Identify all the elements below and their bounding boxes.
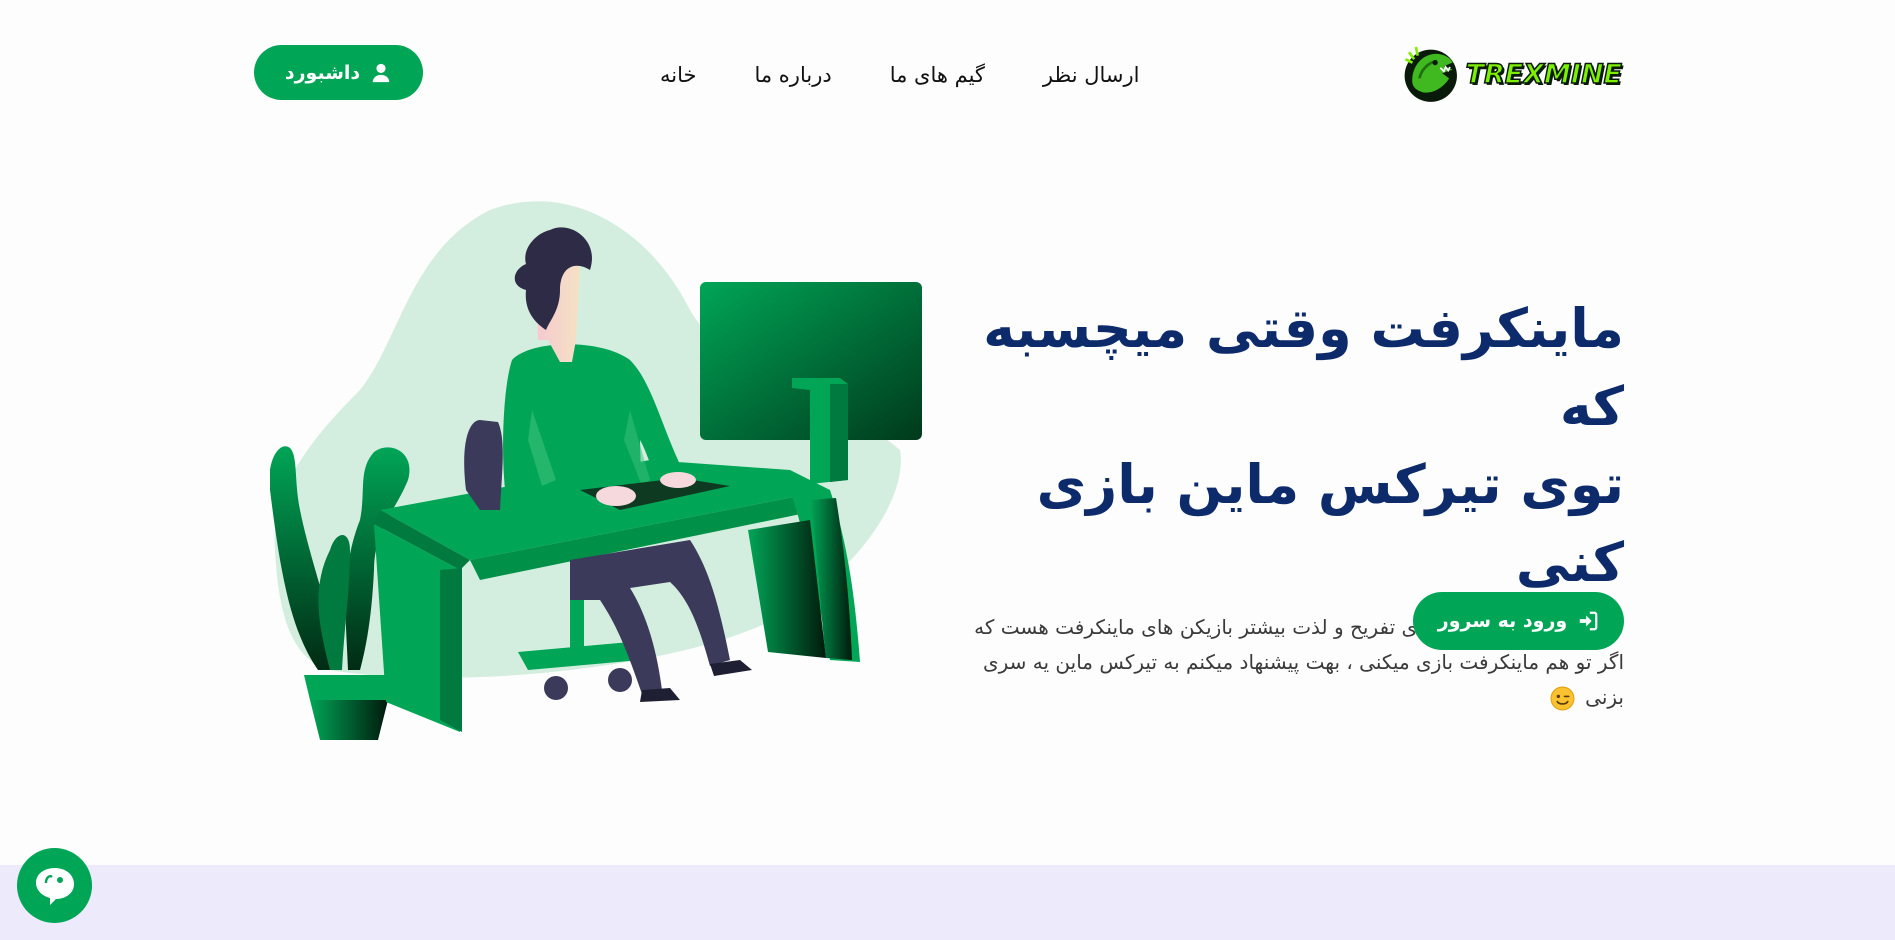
wink-emoji-icon [1550,686,1575,711]
hero-title-line1: ماینکرفت وقتی میچسبه که [983,297,1624,438]
enter-server-button[interactable]: ورود به سرور [1413,592,1624,650]
trex-logo-icon [1404,46,1457,102]
nav-item-about[interactable]: درباره ما [754,63,831,87]
sign-in-icon [1579,611,1598,631]
chat-button[interactable] [17,848,92,923]
nav-item-feedback[interactable]: ارسال نظر [1043,63,1140,87]
header: داشبورد خانه درباره ما گیم های ما ارسال … [0,0,1895,140]
dashboard-button-label: داشبورد [284,61,361,84]
site-logo[interactable]: TREXMINE [1402,38,1623,110]
hero-illustration [270,201,922,740]
enter-server-label: ورود به سرور [1437,610,1568,632]
main-nav: خانه درباره ما گیم های ما ارسال نظر [660,55,1140,95]
nav-item-games[interactable]: گیم های ما [890,63,985,87]
hero-text: ماینکرفت وقتی میچسبه که توی تیرکس ماین ب… [960,290,1624,715]
dashboard-button[interactable]: داشبورد [254,45,423,100]
next-section-band [0,865,1895,940]
hero-title-line2: توی تیرکس ماین بازی کنی [1036,453,1624,594]
nav-item-home[interactable]: خانه [660,63,696,87]
user-icon [372,63,390,82]
chat-icon [35,867,74,905]
page: داشبورد خانه درباره ما گیم های ما ارسال … [0,0,1895,940]
hero-title: ماینکرفت وقتی میچسبه که توی تیرکس ماین ب… [960,290,1624,602]
logo-text: TREXMINE [1465,58,1623,91]
